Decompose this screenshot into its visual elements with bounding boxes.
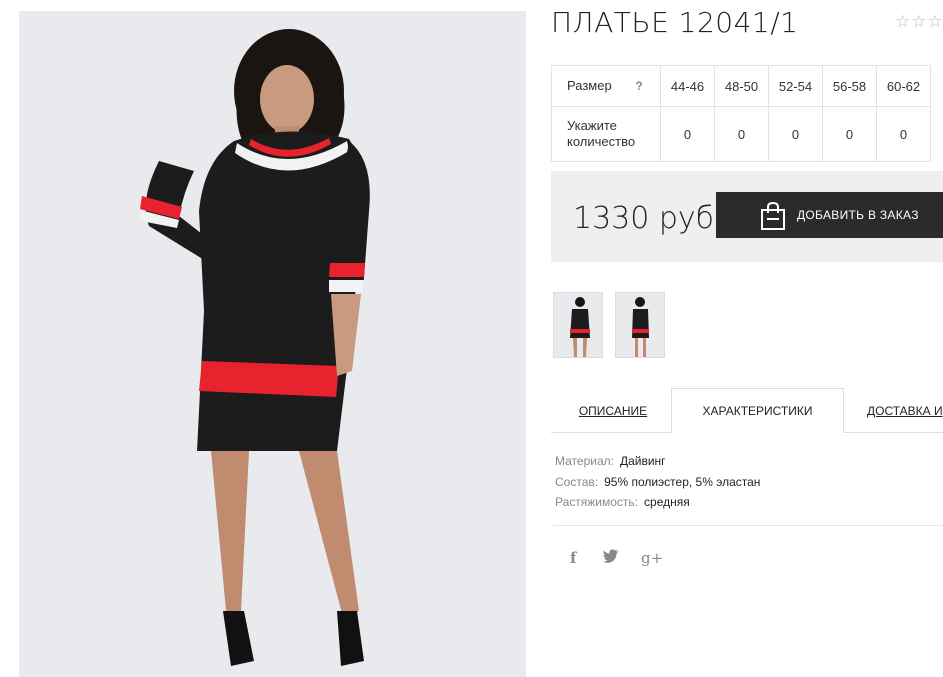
tab-delivery[interactable]: ДОСТАВКА И [851, 388, 943, 433]
spec-row: Растяжимость: средняя [555, 492, 760, 513]
size-table: Размер ? 44-46 48-50 52-54 56-58 60-62 У… [551, 65, 931, 162]
spec-value: Дайвинг [619, 454, 666, 468]
tab-description[interactable]: ОПИСАНИЕ [563, 388, 663, 433]
product-tabs: ОПИСАНИЕ ХАРАКТЕРИСТИКИ ДОСТАВКА И [551, 388, 943, 433]
size-cell: 48-50 [714, 65, 769, 107]
price-panel: 1330 руб ДОБАВИТЬ В ЗАКАЗ [551, 171, 943, 262]
quantity-label: Укажите количество [551, 106, 661, 162]
add-to-order-label: ДОБАВИТЬ В ЗАКАЗ [797, 208, 919, 222]
quantity-input[interactable]: 0 [714, 106, 769, 162]
size-cell: 44-46 [660, 65, 715, 107]
shopping-bag-icon [761, 201, 785, 230]
twitter-icon[interactable] [603, 549, 619, 567]
facebook-icon[interactable]: f [570, 549, 576, 567]
tab-characteristics[interactable]: ХАРАКТЕРИСТИКИ [671, 388, 844, 433]
spec-row: Состав: 95% полиэстер, 5% эластан [555, 472, 760, 493]
size-cell: 52-54 [768, 65, 823, 107]
quantity-input[interactable]: 0 [822, 106, 877, 162]
size-cell: 60-62 [876, 65, 931, 107]
quantity-input[interactable]: 0 [768, 106, 823, 162]
spec-key: Состав: [555, 474, 599, 489]
main-product-photo[interactable] [19, 11, 526, 677]
size-cell: 56-58 [822, 65, 877, 107]
size-row: Размер ? 44-46 48-50 52-54 56-58 60-62 [551, 65, 931, 107]
price-amount: 1330 руб [573, 201, 715, 236]
characteristics-list: Материал: Дайвинг Состав: 95% полиэстер, 5… [555, 451, 760, 513]
spec-value: средняя [644, 495, 690, 509]
rating-stars-icon[interactable]: ☆☆☆ [895, 12, 943, 32]
quantity-input[interactable]: 0 [660, 106, 715, 162]
thumbnail-side[interactable] [615, 292, 665, 358]
spec-row: Материал: Дайвинг [555, 451, 760, 472]
size-help-icon[interactable]: ? [635, 78, 642, 94]
spec-key: Материал: [555, 454, 614, 468]
section-divider [553, 525, 943, 526]
size-label: Размер [567, 78, 612, 93]
google-plus-icon[interactable]: g+ [641, 549, 663, 567]
thumbnail-front[interactable] [553, 292, 603, 358]
quantity-row: Укажите количество 0 0 0 0 0 [551, 106, 931, 162]
add-to-order-button[interactable]: ДОБАВИТЬ В ЗАКАЗ [716, 192, 943, 238]
spec-value: 95% полиэстер, 5% эластан [604, 474, 761, 489]
quantity-input[interactable]: 0 [876, 106, 931, 162]
product-title: ПЛАТЬЕ 12041/1 [551, 6, 799, 39]
size-label-cell: Размер ? [551, 65, 661, 107]
spec-key: Растяжимость: [555, 495, 639, 509]
